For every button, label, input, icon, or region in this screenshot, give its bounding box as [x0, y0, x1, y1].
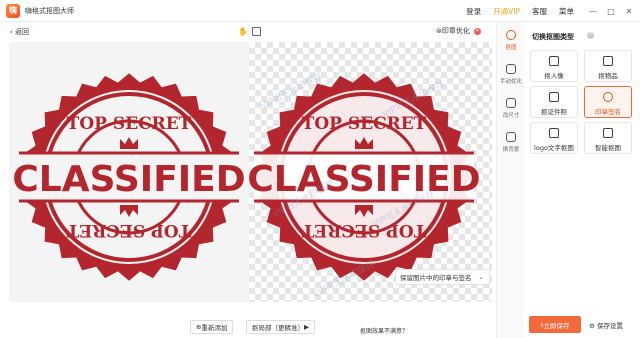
hand-icon[interactable]: ✋ — [238, 27, 248, 36]
stamp-icon — [603, 92, 613, 102]
panel-title: 切换抠图类型 — [532, 33, 574, 41]
type-label: 抠证件照 — [541, 108, 567, 116]
cutout-icon — [506, 30, 516, 40]
tool-resize[interactable]: 改尺寸 — [497, 98, 525, 119]
vip-link[interactable]: 开通VIP — [493, 6, 520, 17]
title-bar: 嗨 嗨格式抠图大师 登录 开通VIP 客服 菜单 — □ ✕ — [0, 0, 640, 22]
eraser-icon — [506, 64, 516, 74]
minimize-button[interactable]: — — [586, 7, 600, 16]
menu-link[interactable]: 菜单 — [559, 6, 574, 17]
tool-label: 换背景 — [502, 147, 520, 153]
back-label: 返回 — [15, 28, 30, 36]
editor-toolbar: ‹ 返回 ✋ ⊜ 印章优化 ✕ — [0, 22, 496, 42]
box-icon — [603, 56, 613, 66]
tool-strip: 抠图 手动优化 改尺寸 换背景 — [496, 22, 524, 338]
tool-manual-optimize[interactable]: 手动优化 — [497, 64, 525, 85]
unsatisfied-hint[interactable]: 抠图效果不满意？ — [360, 326, 408, 335]
type-label: 印章签名 — [595, 108, 621, 116]
type-object[interactable]: 抠物品 — [584, 50, 632, 82]
type-stamp-signature[interactable]: 印章签名 — [584, 86, 632, 118]
close-button[interactable]: ✕ — [622, 7, 636, 16]
id-card-icon — [549, 92, 559, 102]
tool-label: 抠图 — [505, 45, 517, 51]
close-optimize-icon[interactable]: ✕ — [473, 27, 481, 35]
local-cutout-button[interactable]: 抠局部（更精准） ▶ — [246, 320, 315, 334]
tool-background[interactable]: 换背景 — [497, 132, 525, 153]
stamp-center-text-result: CLASSIFIED — [249, 159, 481, 200]
cutout-type-panel: 切换抠图类型 ? 抠人像 抠物品 抠证件照 印章签名 logo文字抠图 智能抠图 — [524, 22, 640, 338]
save-now-label: 立即保存 — [543, 321, 570, 330]
save-settings-label: 保存设置 — [596, 322, 623, 330]
stamp-optimize-label: 印章优化 — [441, 27, 470, 35]
app-logo-icon: 嗨 — [6, 3, 20, 18]
stamp-optimize-toggle[interactable]: ⊜ 印章优化 ✕ — [436, 26, 481, 36]
app-title: 嗨格式抠图大师 — [25, 6, 74, 15]
type-label: logo文字抠图 — [534, 144, 574, 152]
stamp-top-text-result: TOP SECRET — [302, 114, 427, 134]
type-id-photo[interactable]: 抠证件照 — [530, 86, 578, 118]
tool-label: 改尺寸 — [502, 113, 520, 119]
local-cutout-label: 抠局部（更精准） — [252, 324, 304, 332]
keep-content-dropdown[interactable]: 保留图片中的印章与签名 ⌄ — [395, 269, 490, 285]
portrait-icon — [549, 56, 559, 66]
gear-icon: ⚙ — [589, 322, 597, 330]
tool-label: 手动优化 — [499, 79, 522, 85]
re-add-label: 重新添加 — [201, 324, 228, 332]
type-logo-text[interactable]: logo文字抠图 — [530, 122, 578, 154]
play-circle-icon: ▶ — [304, 323, 309, 331]
service-link[interactable]: 客服 — [532, 6, 547, 17]
bottom-bar: ⊕ 重新添加 抠局部（更精准） ▶ 抠图效果不满意？ — [0, 316, 496, 338]
stamp-center-text: CLASSIFIED — [12, 159, 245, 200]
type-label: 智能抠图 — [595, 144, 621, 152]
type-label: 抠人像 — [544, 72, 564, 80]
type-label: 抠物品 — [598, 72, 618, 80]
result-canvas: CLASSIFIED TOP SECRET TOP SECRET VIP可无水印… — [249, 42, 492, 302]
stamp-top-text: TOP SECRET — [67, 114, 192, 134]
back-button[interactable]: ‹ 返回 — [10, 27, 29, 37]
maximize-button[interactable]: □ — [604, 7, 618, 16]
info-icon[interactable]: ? — [587, 32, 594, 39]
original-canvas: CLASSIFIED TOP SECRET TOP SECRET — [9, 42, 249, 302]
stamp-bottom-text-result: TOP SECRET — [301, 220, 426, 240]
stamp-bottom-text: TOP SECRET — [66, 220, 191, 240]
chevron-down-icon: ⌄ — [478, 273, 484, 281]
type-smart[interactable]: 智能抠图 — [584, 122, 632, 154]
re-add-button[interactable]: ⊕ 重新添加 — [190, 320, 234, 334]
resize-icon — [506, 98, 516, 108]
background-icon — [506, 132, 516, 142]
save-now-button[interactable]: ⤓ 立即保存 — [529, 316, 581, 333]
original-stamp: CLASSIFIED TOP SECRET TOP SECRET — [12, 73, 246, 281]
fit-screen-icon[interactable] — [252, 27, 261, 36]
keep-content-label: 保留图片中的印章与签名 — [400, 274, 472, 282]
smart-cutout-icon — [603, 128, 613, 138]
save-settings-button[interactable]: ⚙ 保存设置 — [589, 320, 623, 330]
tool-cutout[interactable]: 抠图 — [497, 30, 525, 51]
logo-icon — [549, 128, 559, 138]
type-portrait[interactable]: 抠人像 — [530, 50, 578, 82]
login-link[interactable]: 登录 — [466, 6, 481, 17]
